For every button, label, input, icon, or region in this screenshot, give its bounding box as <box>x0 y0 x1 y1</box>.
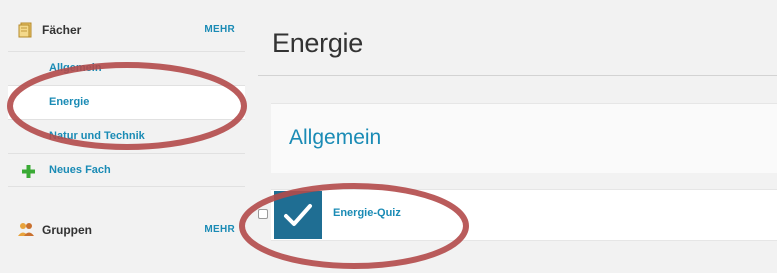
item-checkbox[interactable] <box>258 209 268 219</box>
group-icon <box>18 221 34 237</box>
groups-header: Gruppen MEHR <box>8 208 245 248</box>
section-title[interactable]: Allgemein <box>289 126 381 150</box>
groups-title: Gruppen <box>42 223 92 237</box>
title-divider <box>258 75 777 76</box>
new-subject-button[interactable]: Neues Fach <box>8 153 245 187</box>
checkmark-icon[interactable] <box>274 191 322 239</box>
book-icon <box>18 22 34 38</box>
sidebar-item-allgemein[interactable]: Allgemein <box>8 51 245 85</box>
subjects-header: Fächer MEHR <box>8 10 245 50</box>
subjects-more-link[interactable]: MEHR <box>204 24 235 35</box>
sidebar: Fächer MEHR Allgemein Energie Natur und … <box>8 10 245 256</box>
subjects-title: Fächer <box>42 23 82 37</box>
plus-icon <box>22 165 35 178</box>
section-header: Allgemein <box>271 103 777 173</box>
sidebar-item-energie[interactable]: Energie <box>8 85 245 119</box>
page-title: Energie <box>272 28 363 58</box>
quiz-link[interactable]: Energie-Quiz <box>333 207 401 219</box>
groups-more-link[interactable]: MEHR <box>204 224 235 235</box>
new-subject-label: Neues Fach <box>49 164 111 176</box>
sidebar-item-natur-und-technik[interactable]: Natur und Technik <box>8 119 245 153</box>
